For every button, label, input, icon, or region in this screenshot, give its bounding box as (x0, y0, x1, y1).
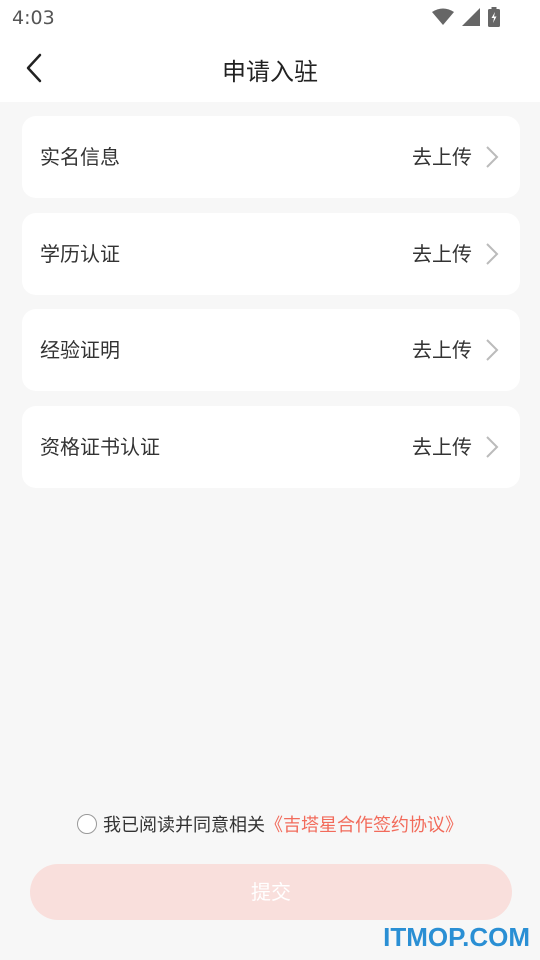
signal-icon (462, 8, 480, 26)
chevron-right-icon (486, 146, 499, 168)
chevron-right-icon (486, 436, 499, 458)
item-label: 实名信息 (40, 145, 120, 169)
item-education[interactable]: 学历认证 去上传 (22, 213, 520, 295)
status-icons (432, 7, 500, 27)
page-title: 申请入驻 (222, 58, 318, 86)
agreement-link[interactable]: 《吉塔星合作签约协议》 (265, 811, 463, 837)
status-time: 4:03 (12, 7, 55, 29)
agreement-row: 我已阅读并同意相关 《吉塔星合作签约协议》 (0, 810, 540, 838)
battery-icon (488, 7, 500, 27)
upload-link[interactable]: 去上传 (412, 141, 472, 170)
item-real-name[interactable]: 实名信息 去上传 (22, 116, 520, 198)
item-label: 学历认证 (40, 242, 120, 266)
upload-link[interactable]: 去上传 (412, 238, 472, 267)
item-certificate[interactable]: 资格证书认证 去上传 (22, 406, 520, 488)
agree-radio[interactable] (77, 814, 97, 834)
wifi-icon (432, 8, 454, 25)
chevron-right-icon (486, 339, 499, 361)
agreement-text: 我已阅读并同意相关 (103, 815, 265, 836)
item-experience[interactable]: 经验证明 去上传 (22, 309, 520, 391)
app-bar: 申请入驻 (0, 36, 540, 102)
watermark-logo: ITMOP.COM (383, 922, 530, 952)
screen: 4:03 申请入驻 实名信息 去上传 学历认证 去上传 经验证明 去上传 资格证… (0, 0, 540, 960)
submit-button[interactable]: 提交 (30, 864, 512, 920)
chevron-right-icon (486, 243, 499, 265)
item-label: 经验证明 (40, 338, 120, 362)
upload-link[interactable]: 去上传 (412, 334, 472, 363)
upload-link[interactable]: 去上传 (412, 431, 472, 460)
item-label: 资格证书认证 (40, 435, 160, 459)
status-bar: 4:03 (0, 0, 540, 36)
